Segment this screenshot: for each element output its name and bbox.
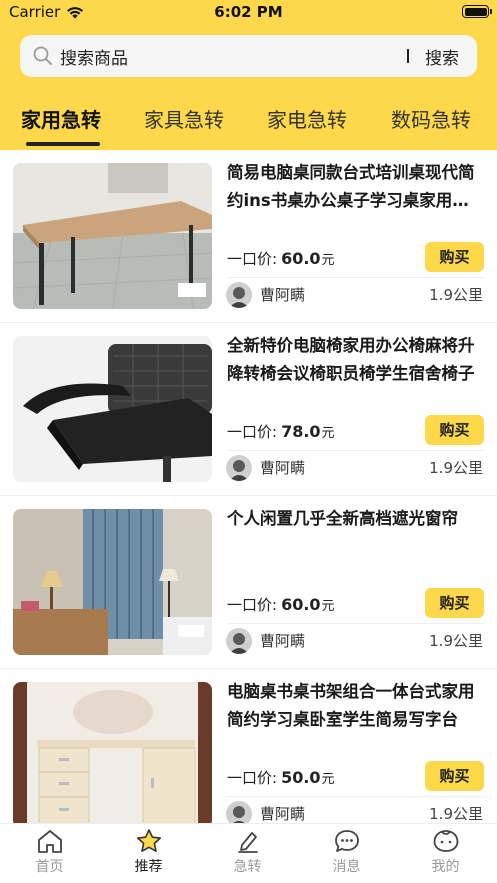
profile-face-icon: [433, 830, 459, 852]
price-row: 一口价: 60.0 元: [227, 244, 335, 272]
seller-name: 曹阿瞒: [260, 805, 306, 823]
seller-name: 曹阿瞒: [260, 632, 306, 650]
search-input[interactable]: 搜索商品: [60, 44, 407, 69]
bottom-tab-bar: 首页 推荐 急转 消息 我的: [0, 823, 497, 883]
seller-name: 曹阿瞒: [260, 286, 306, 304]
divider: [227, 623, 485, 624]
price-row: 一口价: 50.0 元: [227, 763, 335, 791]
search-button[interactable]: 搜索: [425, 44, 459, 69]
listing-title[interactable]: 简易电脑桌同款台式培训桌现代简约ins书桌办公桌子学习桌家用卧室: [227, 159, 485, 215]
search-bar[interactable]: 搜索商品 搜索: [20, 35, 477, 77]
distance: 1.9公里: [429, 632, 483, 650]
edit-icon: [238, 832, 258, 853]
divider: [227, 796, 485, 797]
tab-label: 推荐: [134, 859, 163, 875]
star-icon: [137, 829, 161, 852]
search-icon: [33, 46, 52, 65]
distance: 1.9公里: [429, 805, 483, 823]
price-value: 78.0: [281, 421, 321, 441]
price-unit: 元: [321, 425, 335, 441]
seller-avatar[interactable]: [226, 801, 252, 823]
search-divider: [407, 49, 409, 63]
bookcase-desk-photo[interactable]: [13, 682, 212, 823]
tab-appliances[interactable]: 家电急转: [267, 104, 347, 133]
buy-button[interactable]: 购买: [425, 242, 484, 272]
divider: [227, 277, 485, 278]
tab-digital[interactable]: 数码急转: [391, 104, 471, 133]
list-item[interactable]: 电脑桌书桌书架组合一体台式家用简约学习桌卧室学生简易写字台 一口价: 50.0 …: [0, 669, 497, 823]
price-label: 一口价:: [227, 595, 278, 614]
tab-quick-sell[interactable]: 急转: [198, 824, 297, 883]
distance: 1.9公里: [429, 459, 483, 477]
listing-title[interactable]: 电脑桌书桌书架组合一体台式家用简约学习桌卧室学生简易写字台: [227, 678, 485, 734]
curtain-photo[interactable]: [13, 509, 212, 655]
price-unit: 元: [321, 771, 335, 787]
listing-title[interactable]: 全新特价电脑椅家用办公椅麻将升降转椅会议椅职员椅学生宿舍椅子: [227, 332, 485, 388]
price-label: 一口价:: [227, 422, 278, 441]
buy-button[interactable]: 购买: [425, 415, 484, 445]
seller-name: 曹阿瞒: [260, 459, 306, 477]
price-label: 一口价:: [227, 768, 278, 787]
price-value: 50.0: [281, 767, 321, 787]
buy-button[interactable]: 购买: [425, 588, 484, 618]
tab-label: 消息: [332, 859, 361, 875]
tab-label: 我的: [431, 859, 460, 875]
tab-messages[interactable]: 消息: [297, 824, 396, 883]
active-tab-indicator: [26, 142, 100, 146]
listing-title[interactable]: 个人闲置几乎全新高档遮光窗帘: [227, 505, 485, 533]
tab-home[interactable]: 首页: [0, 824, 99, 883]
status-bar: Carrier 6:02 PM: [0, 0, 497, 26]
price-label: 一口价:: [227, 249, 278, 268]
seller-avatar[interactable]: [226, 455, 252, 481]
price-value: 60.0: [281, 248, 321, 268]
buy-button[interactable]: 购买: [425, 761, 484, 791]
list-item[interactable]: 简易电脑桌同款台式培训桌现代简约ins书桌办公桌子学习桌家用卧室 一口价: 60…: [0, 150, 497, 323]
tab-label: 首页: [35, 859, 64, 875]
category-tabs: 家用急转 家具急转 家电急转 数码急转: [0, 98, 497, 150]
tab-household[interactable]: 家用急转: [21, 104, 101, 133]
tab-furniture[interactable]: 家具急转: [144, 104, 224, 133]
listing-list[interactable]: 简易电脑桌同款台式培训桌现代简约ins书桌办公桌子学习桌家用卧室 一口价: 60…: [0, 150, 497, 823]
price-unit: 元: [321, 252, 335, 268]
distance: 1.9公里: [429, 286, 483, 304]
list-item[interactable]: 个人闲置几乎全新高档遮光窗帘 一口价: 60.0 元 购买 曹阿瞒 1.9公里: [0, 496, 497, 669]
message-icon: [335, 830, 359, 852]
seller-avatar[interactable]: [226, 628, 252, 654]
home-icon: [38, 830, 62, 853]
status-time: 6:02 PM: [214, 3, 283, 21]
office-chair-photo[interactable]: [13, 336, 212, 482]
price-row: 一口价: 60.0 元: [227, 590, 335, 618]
battery-icon: [462, 5, 492, 18]
seller-avatar[interactable]: [226, 282, 252, 308]
price-unit: 元: [321, 598, 335, 614]
tab-profile[interactable]: 我的: [396, 824, 495, 883]
price-row: 一口价: 78.0 元: [227, 417, 335, 445]
tab-label: 急转: [233, 859, 262, 875]
top-header: Carrier 6:02 PM 搜索商品 搜索 家用急转 家具急转 家电急转 数…: [0, 0, 497, 150]
divider: [227, 450, 485, 451]
tab-recommend[interactable]: 推荐: [99, 824, 198, 883]
desk-photo[interactable]: [13, 163, 212, 309]
price-value: 60.0: [281, 594, 321, 614]
list-item[interactable]: 全新特价电脑椅家用办公椅麻将升降转椅会议椅职员椅学生宿舍椅子 一口价: 78.0…: [0, 323, 497, 496]
